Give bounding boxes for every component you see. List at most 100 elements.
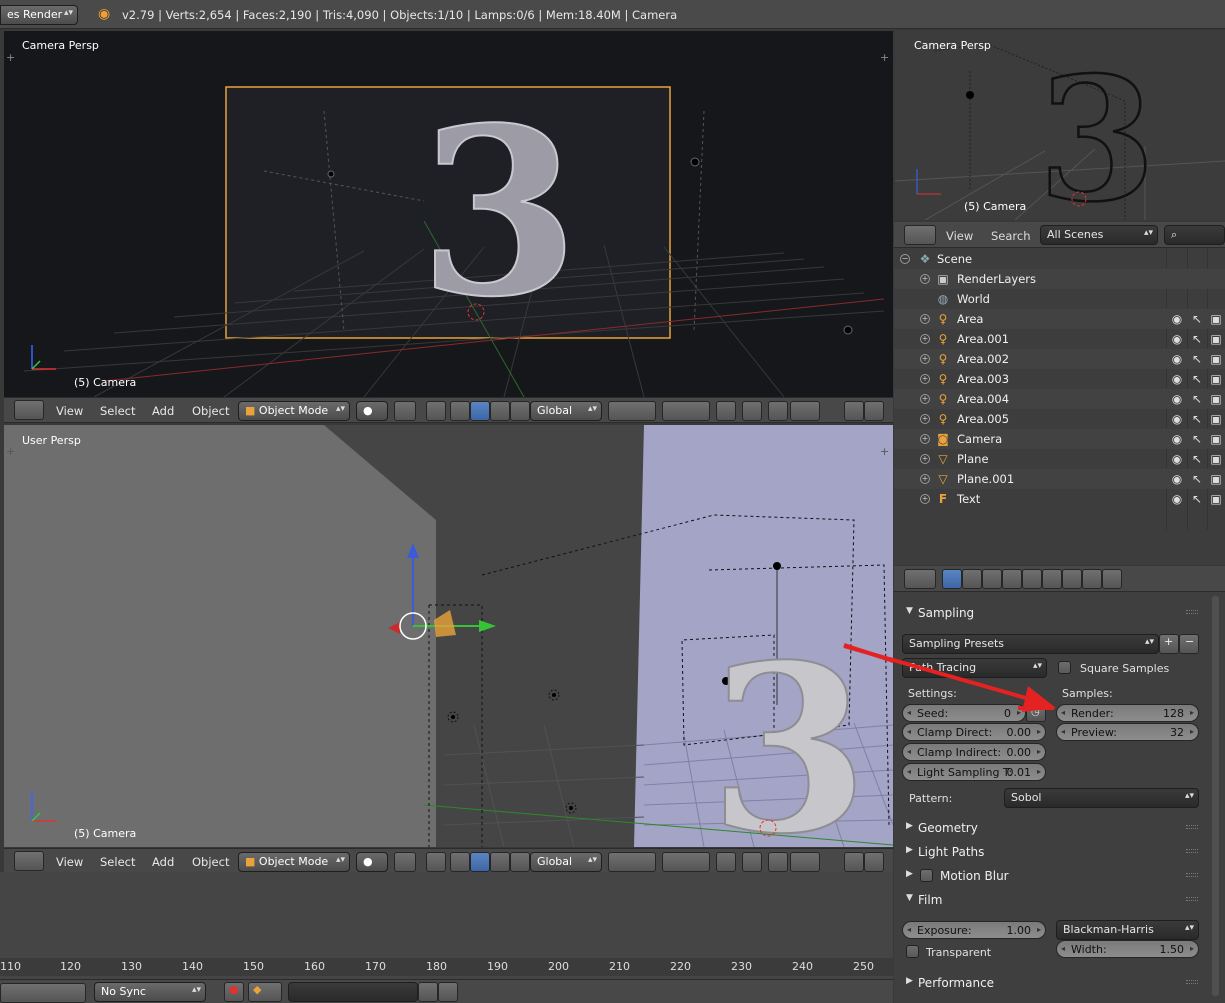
outliner[interactable]: View Search All Scenes ▴▾ ⌕ − ❖ Scene + ▣…	[894, 222, 1225, 565]
pivot-icon[interactable]	[394, 852, 416, 872]
render-samples-field[interactable]: ◂ Render: 128 ▸	[1056, 704, 1199, 722]
viewport-camera-persp[interactable]: 3 Camera Persp (5) Camera + +	[4, 31, 893, 397]
keyframe-icon[interactable]: ◆	[248, 982, 282, 1002]
cursor-icon[interactable]: ↖	[1190, 352, 1204, 366]
eye-icon[interactable]: ◉	[1170, 472, 1184, 486]
expand-icon[interactable]: +	[920, 274, 930, 284]
render-animation-icon[interactable]	[864, 852, 884, 872]
proportional-edit-icon[interactable]	[742, 852, 762, 872]
snap-icon[interactable]	[768, 401, 788, 421]
eye-icon[interactable]: ◉	[1170, 432, 1184, 446]
translate-icon[interactable]	[450, 852, 470, 872]
outliner-menu-view[interactable]: View	[946, 229, 973, 243]
editor-type-icon[interactable]	[14, 400, 44, 420]
panel-film-header[interactable]: ▼ Film	[902, 889, 1200, 911]
expand-icon[interactable]: +	[920, 314, 930, 324]
eye-icon[interactable]: ◉	[1170, 312, 1184, 326]
timeline-editor[interactable]: 110 120 130 140 150 160 170 180 190 200 …	[0, 872, 893, 1003]
expand-icon[interactable]: +	[920, 394, 930, 404]
menu-select[interactable]: Select	[100, 855, 135, 869]
menu-add[interactable]: Add	[152, 404, 174, 418]
camera-render-icon[interactable]: ▣	[1209, 472, 1223, 486]
orientation-dropdown[interactable]: Global ▴▾	[530, 401, 602, 421]
cursor-icon[interactable]: ↖	[1190, 492, 1204, 506]
cursor-icon[interactable]: ↖	[1190, 432, 1204, 446]
expand-icon[interactable]: +	[920, 474, 930, 484]
outliner-row[interactable]: + F Text ◉ ↖ ▣	[894, 489, 1225, 509]
proportional-edit-icon[interactable]	[742, 401, 762, 421]
outliner-row[interactable]: + ♀ Area.001 ◉ ↖ ▣	[894, 329, 1225, 349]
render-animation-icon[interactable]	[864, 401, 884, 421]
render-engine-dropdown[interactable]: es Render ▴▾	[0, 5, 78, 25]
menu-object[interactable]: Object	[192, 404, 229, 418]
expand-icon[interactable]: +	[920, 334, 930, 344]
display-mode-dropdown[interactable]: All Scenes ▴▾	[1040, 225, 1158, 245]
menu-view[interactable]: View	[56, 404, 83, 418]
camera-render-icon[interactable]: ▣	[1209, 392, 1223, 406]
pivot-icon[interactable]	[394, 401, 416, 421]
outliner-row[interactable]: + ▽ Plane.001 ◉ ↖ ▣	[894, 469, 1225, 489]
eye-icon[interactable]: ◉	[1170, 352, 1184, 366]
camera-render-icon[interactable]: ▣	[1209, 452, 1223, 466]
camera-render-icon[interactable]: ▣	[1209, 312, 1223, 326]
transform-icon[interactable]	[510, 852, 530, 872]
snap-element-icon[interactable]	[790, 401, 820, 421]
exposure-field[interactable]: ◂ Exposure: 1.00 ▸	[902, 921, 1046, 939]
object-tab-icon[interactable]	[1022, 569, 1042, 589]
scale-icon[interactable]	[490, 401, 510, 421]
outliner-menu-search[interactable]: Search	[991, 229, 1031, 243]
outliner-row[interactable]: ◍ World	[894, 289, 1225, 309]
scene-tab-icon[interactable]	[982, 569, 1002, 589]
layers-grid-2[interactable]	[662, 852, 710, 872]
render-still-icon[interactable]	[844, 401, 864, 421]
panel-sampling-header[interactable]: ▼ Sampling	[902, 602, 1200, 624]
playback-controls[interactable]	[0, 983, 86, 1003]
camera-render-icon[interactable]: ▣	[1209, 352, 1223, 366]
expand-icon[interactable]: +	[920, 494, 930, 504]
record-icon[interactable]: ●	[224, 982, 244, 1002]
cursor-icon[interactable]: ↖	[1190, 332, 1204, 346]
expand-plus-icon[interactable]: +	[6, 51, 15, 64]
outliner-row[interactable]: + ▽ Plane ◉ ↖ ▣	[894, 449, 1225, 469]
outliner-row[interactable]: + ♀ Area.002 ◉ ↖ ▣	[894, 349, 1225, 369]
filter-type-dropdown[interactable]: Blackman-Harris ▴▾	[1056, 920, 1199, 940]
outliner-row[interactable]: + ◙ Camera ◉ ↖ ▣	[894, 429, 1225, 449]
lock-layer-icon[interactable]	[716, 401, 736, 421]
eye-icon[interactable]: ◉	[1170, 332, 1184, 346]
layers-grid-1[interactable]	[608, 401, 656, 421]
outliner-search-field[interactable]: ⌕	[1164, 225, 1225, 245]
expand-icon[interactable]: +	[920, 414, 930, 424]
pattern-dropdown[interactable]: Sobol ▴▾	[1004, 788, 1199, 808]
layers-grid-2[interactable]	[662, 401, 710, 421]
orientation-dropdown[interactable]: Global ▴▾	[530, 852, 602, 872]
rotate-icon[interactable]	[470, 401, 490, 421]
cursor-icon[interactable]: ↖	[1190, 412, 1204, 426]
expand-icon[interactable]: +	[920, 454, 930, 464]
properties-editor-type-icon[interactable]	[904, 569, 936, 589]
modifiers-tab-icon[interactable]	[1062, 569, 1082, 589]
menu-select[interactable]: Select	[100, 404, 135, 418]
drag-grip-icon[interactable]	[1186, 980, 1198, 984]
keying-set-add-icon[interactable]	[418, 982, 438, 1002]
texture-tab-icon[interactable]	[1102, 569, 1122, 589]
render-layers-tab-icon[interactable]	[962, 569, 982, 589]
material-tab-icon[interactable]	[1082, 569, 1102, 589]
manipulator-toggle-icon[interactable]	[426, 852, 446, 872]
camera-render-icon[interactable]: ▣	[1209, 492, 1223, 506]
scale-icon[interactable]	[490, 852, 510, 872]
cursor-icon[interactable]: ↖	[1190, 472, 1204, 486]
outliner-row[interactable]: + ♀ Area.003 ◉ ↖ ▣	[894, 369, 1225, 389]
outliner-editor-type-icon[interactable]	[904, 225, 936, 245]
expand-icon[interactable]: +	[920, 374, 930, 384]
snap-icon[interactable]	[768, 852, 788, 872]
shading-dropdown[interactable]: ●	[356, 401, 388, 421]
editor-type-icon[interactable]	[14, 851, 44, 871]
cursor-icon[interactable]: ↖	[1190, 452, 1204, 466]
motion-blur-checkbox[interactable]	[920, 869, 933, 882]
transform-icon[interactable]	[510, 401, 530, 421]
render-tab-icon[interactable]	[942, 569, 962, 589]
preview-samples-field[interactable]: ◂ Preview: 32 ▸	[1056, 723, 1199, 741]
cursor-icon[interactable]: ↖	[1190, 392, 1204, 406]
eye-icon[interactable]: ◉	[1170, 372, 1184, 386]
world-tab-icon[interactable]	[1002, 569, 1022, 589]
